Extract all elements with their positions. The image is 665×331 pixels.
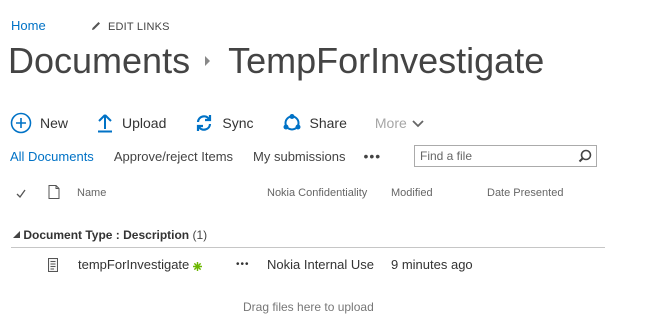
top-nav: Home xyxy=(11,18,46,33)
share-label: Share xyxy=(309,115,347,131)
row-modified: 9 minutes ago xyxy=(391,257,473,272)
column-header-name[interactable]: Name xyxy=(77,187,106,199)
new-item-icon xyxy=(193,262,202,271)
magnifier-icon[interactable] xyxy=(578,149,592,163)
column-header-modified[interactable]: Modified xyxy=(391,187,433,199)
group-header[interactable]: Document Type : Description (1) xyxy=(13,228,207,242)
upload-label: Upload xyxy=(122,115,167,131)
row-confidentiality: Nokia Internal Use xyxy=(267,257,374,272)
new-button[interactable]: New xyxy=(10,112,68,134)
file-icon xyxy=(48,258,58,272)
column-header-confidentiality[interactable]: Nokia Confidentiality xyxy=(267,187,367,199)
more-label: More xyxy=(374,115,407,131)
document-icon[interactable] xyxy=(48,185,60,199)
group-divider xyxy=(11,247,605,248)
home-link[interactable]: Home xyxy=(11,18,46,33)
view-my-submissions[interactable]: My submissions xyxy=(253,149,345,164)
view-selector: All Documents Approve/reject Items My su… xyxy=(10,148,401,164)
chevron-down-icon xyxy=(412,120,424,128)
row-ellipsis-button[interactable]: ••• xyxy=(236,259,250,270)
sync-button[interactable]: Sync xyxy=(194,113,254,133)
chevron-right-icon xyxy=(205,56,211,66)
command-bar: New Upload Sync Share More xyxy=(10,110,452,136)
view-approve-reject[interactable]: Approve/reject Items xyxy=(114,149,233,164)
new-label: New xyxy=(40,115,69,131)
share-button[interactable]: Share xyxy=(282,113,347,133)
breadcrumb-folder: TempForInvestigate xyxy=(228,40,545,81)
edit-links-label: EDIT LINKS xyxy=(108,21,170,33)
breadcrumb-library[interactable]: Documents xyxy=(8,40,190,81)
upload-arrow-icon xyxy=(98,114,113,133)
page-title: Documents TempForInvestigate xyxy=(8,40,544,82)
group-label: Document Type : Description xyxy=(23,228,190,242)
share-icon xyxy=(283,114,301,131)
plus-circle-icon xyxy=(10,112,32,134)
group-count: (1) xyxy=(192,228,208,242)
views-more-button[interactable]: ••• xyxy=(364,148,382,164)
more-button[interactable]: More xyxy=(375,115,424,131)
search-input[interactable] xyxy=(420,147,570,165)
sync-label: Sync xyxy=(222,115,254,131)
view-all-documents[interactable]: All Documents xyxy=(10,149,94,164)
column-header-date-presented[interactable]: Date Presented xyxy=(487,187,563,199)
triangle-down-icon xyxy=(13,231,20,238)
drag-drop-hint: Drag files here to upload xyxy=(243,300,374,314)
pencil-icon xyxy=(92,22,100,30)
edit-links-button[interactable]: EDIT LINKS xyxy=(90,20,170,33)
sync-icon xyxy=(197,115,212,131)
file-name-link[interactable]: tempForInvestigate xyxy=(78,257,189,272)
upload-button[interactable]: Upload xyxy=(96,113,166,133)
search-box xyxy=(414,145,597,167)
checkmark-icon[interactable] xyxy=(16,189,26,199)
